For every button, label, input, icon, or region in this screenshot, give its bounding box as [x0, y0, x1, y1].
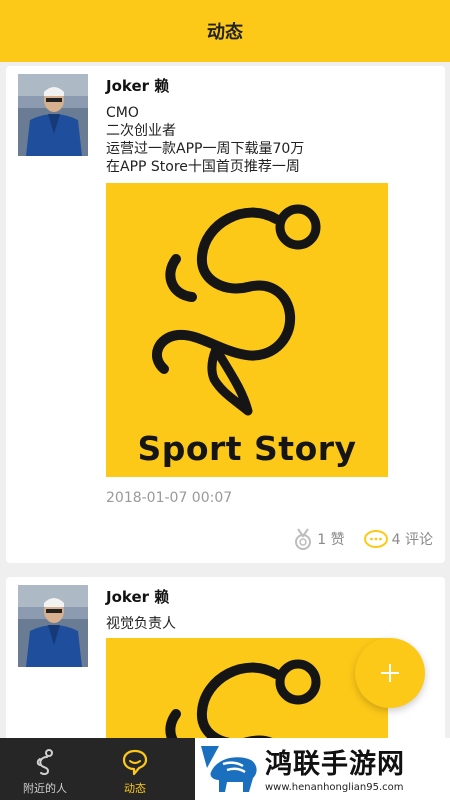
watermark: 鸿联手游网 www.henanhonglian95.com [195, 738, 450, 800]
watermark-url: www.henanhonglian95.com [265, 782, 404, 793]
author-name[interactable]: Joker 赖 [106, 75, 169, 96]
comment-button[interactable]: 4 评论 [363, 528, 433, 550]
tab-feed-label: 动态 [124, 782, 146, 795]
post-text: CMO 二次创业者 运营过一款APP一周下载量70万 在APP Store十国首… [106, 104, 426, 176]
tab-feed[interactable]: 动态 [90, 738, 180, 800]
tab-nearby-label: 附近的人 [23, 782, 67, 795]
smiley-bubble-icon [122, 749, 148, 776]
post-actions: 1 赞 4 评论 [274, 527, 433, 551]
top-bar: 动态 [0, 0, 450, 62]
feed-list[interactable]: Joker 赖 CMO 二次创业者 运营过一款APP一周下载量70万 在APP … [0, 62, 450, 738]
post-timestamp: 2018-01-07 00:07 [106, 490, 233, 506]
author-name[interactable]: Joker 赖 [106, 586, 169, 607]
like-count: 1 赞 [317, 532, 345, 548]
post-card[interactable]: Joker 赖 CMO 二次创业者 运营过一款APP一周下载量70万 在APP … [6, 66, 445, 563]
post-image[interactable]: Sport Story [106, 183, 388, 477]
post-line: 运营过一款APP一周下载量70万 [106, 141, 305, 157]
post-line: 视觉负责人 [106, 616, 176, 632]
tab-nearby[interactable]: 附近的人 [0, 738, 90, 800]
comment-count: 4 评论 [391, 532, 433, 548]
plus-icon [381, 664, 399, 682]
post-line: 在APP Store十国首页推荐一周 [106, 159, 300, 175]
post-line: CMO [106, 105, 139, 121]
watermark-text: 鸿联手游网 [265, 749, 405, 780]
post-image[interactable] [106, 638, 388, 738]
create-post-button[interactable] [355, 638, 425, 708]
post-image-caption: Sport Story [137, 429, 357, 468]
page-title: 动态 [207, 22, 243, 43]
medal-icon [295, 528, 312, 550]
comment-bubble-icon [363, 530, 388, 548]
bull-logo-icon [201, 746, 257, 792]
runner-icon [36, 749, 53, 776]
like-button[interactable]: 1 赞 [292, 527, 345, 551]
post-text: 视觉负责人 [106, 615, 426, 633]
sport-story-logo-icon [165, 659, 321, 738]
avatar[interactable] [18, 74, 88, 156]
avatar[interactable] [18, 585, 88, 667]
post-line: 二次创业者 [106, 123, 176, 139]
